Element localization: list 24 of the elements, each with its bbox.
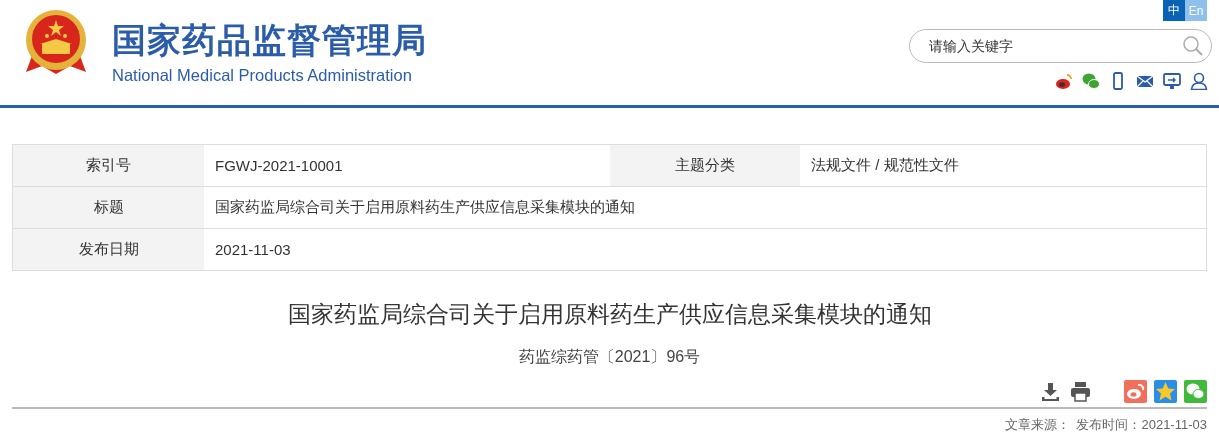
user-icon[interactable] [1190,72,1208,90]
field-value: FGWJ-2021-10001 [214,156,344,176]
download-icon[interactable] [1039,380,1062,403]
wechat-share-icon[interactable] [1184,380,1207,403]
search-field[interactable]: 请输入关键字 [909,29,1212,63]
monitor-icon[interactable] [1163,72,1181,90]
publish-time: 发布时间：2021-11-03 [1076,416,1207,434]
print-icon[interactable] [1069,380,1092,403]
field-label: 发布日期 [13,229,204,270]
wechat-icon[interactable] [1082,72,1100,90]
article-title: 国家药监局综合司关于启用原料药生产供应信息采集模块的通知 [287,300,932,329]
site-title: 国家药品监督管理局 [112,20,427,60]
source-label: 文章来源： [1005,416,1071,434]
weibo-share-icon[interactable] [1124,380,1147,403]
star-share-icon[interactable] [1154,380,1177,403]
field-value: 国家药监局综合司关于启用原料药生产供应信息采集模块的通知 [214,197,636,217]
site-subtitle: National Medical Products Administration [112,66,413,85]
field-value: 法规文件 / 规范性文件 [810,155,960,175]
field-label: 索引号 [13,145,204,186]
language-tab[interactable]: 中 [1163,0,1185,21]
field-label: 标题 [13,187,204,228]
field-value: 2021-11-03 [214,240,292,260]
field-label: 主题分类 [610,145,800,186]
document-number: 药监综药管〔2021〕96号 [518,347,701,367]
